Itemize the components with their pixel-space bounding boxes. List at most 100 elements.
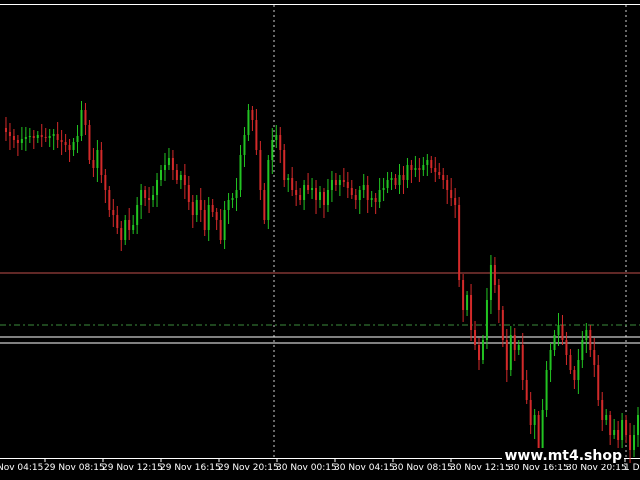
candle-body <box>24 137 27 139</box>
candle-body <box>434 168 437 172</box>
candle-body <box>12 136 15 140</box>
candle-body <box>20 139 23 143</box>
x-tick-label: 1 Dec <box>624 463 640 473</box>
x-tick-label: 30 Nov 20:15 <box>566 463 627 473</box>
candle-body <box>326 190 329 205</box>
candle-body <box>160 170 162 180</box>
candle-body <box>458 205 461 280</box>
candle-body <box>307 185 310 190</box>
candle-body <box>303 185 306 200</box>
candle-body <box>386 180 389 188</box>
candle-body <box>112 210 115 215</box>
candle-body <box>605 415 608 420</box>
candle-body <box>450 190 453 198</box>
candle-body <box>621 420 624 440</box>
candle-body <box>322 192 325 205</box>
candle-body <box>255 120 258 150</box>
candle-body <box>32 136 35 138</box>
candle-body <box>493 265 496 285</box>
candle-body <box>533 415 536 425</box>
candle-body <box>633 435 636 450</box>
candle-body <box>167 158 170 165</box>
candle-body <box>120 228 123 240</box>
watermark-text: www.mt4.shop <box>502 448 624 464</box>
candle-body <box>370 198 373 200</box>
candle-body <box>338 180 341 185</box>
candle-body <box>541 410 544 450</box>
candle-body <box>374 198 377 202</box>
candle-body <box>394 178 397 185</box>
candle-body <box>481 340 484 360</box>
candle-body <box>390 178 393 180</box>
candle-body <box>140 190 143 205</box>
x-tick-label: Nov 04:15 <box>0 463 43 473</box>
candle-body <box>406 165 409 180</box>
candle-body <box>100 150 103 175</box>
candle-body <box>426 160 429 165</box>
candle-body <box>60 140 63 142</box>
candle-body <box>438 172 441 175</box>
candle-body <box>64 142 67 145</box>
candle-body <box>243 135 246 155</box>
candle-body <box>330 180 333 190</box>
x-tick-label: 30 Nov 08:15 <box>392 463 453 473</box>
candle-body <box>418 168 421 170</box>
candle-body <box>629 435 632 450</box>
candle-body <box>501 310 504 340</box>
candle-body <box>382 188 385 190</box>
chart-background <box>0 0 640 480</box>
candle-body <box>183 175 186 185</box>
candle-body <box>470 295 473 330</box>
candle-body <box>128 220 131 230</box>
candle-body <box>223 210 226 240</box>
candle-body <box>8 132 11 136</box>
candle-body <box>68 145 71 150</box>
candle-body <box>48 136 51 138</box>
candle-body <box>537 415 540 450</box>
candle-body <box>299 195 302 200</box>
x-tick-label: 29 Nov 16:15 <box>160 463 221 473</box>
candle-body <box>287 178 290 180</box>
candle-body <box>279 135 282 150</box>
candle-body <box>478 345 480 360</box>
candle-body <box>489 265 492 300</box>
candle-body <box>163 165 166 170</box>
candle-body <box>354 195 357 200</box>
candle-body <box>235 190 238 198</box>
candle-body <box>144 190 147 198</box>
candle-body <box>44 137 47 138</box>
candle-body <box>263 190 266 220</box>
candle-body <box>617 430 620 440</box>
x-tick-label: 30 Nov 00:15 <box>276 463 337 473</box>
candle-body <box>422 165 425 170</box>
candle-body <box>509 335 512 370</box>
candle-body <box>227 200 230 210</box>
price-chart[interactable]: Nov 04:15 29 Nov 08:1529 Nov 12:1529 Nov … <box>0 0 640 480</box>
candle-body <box>577 360 580 380</box>
candle-body <box>414 168 417 170</box>
candle-body <box>275 135 278 140</box>
x-tick-label: 29 Nov 20:15 <box>218 463 279 473</box>
candle-body <box>152 195 155 200</box>
candle-body <box>410 165 413 170</box>
candle-body <box>203 210 206 230</box>
candle-body <box>108 190 111 210</box>
candle-body <box>92 160 95 168</box>
candle-body <box>358 190 361 200</box>
candle-body <box>231 198 234 200</box>
candle-body <box>334 180 337 185</box>
x-tick-label: 30 Nov 16:15 <box>508 463 569 473</box>
candle-body <box>402 175 405 180</box>
candle-body <box>446 180 449 190</box>
candle-body <box>342 180 345 182</box>
candle-body <box>104 175 107 190</box>
candle-body <box>199 200 202 210</box>
candle-body <box>561 325 564 340</box>
x-tick-label: 29 Nov 12:15 <box>102 463 163 473</box>
candle-body <box>529 400 532 425</box>
candle-body <box>466 295 469 310</box>
candle-body <box>497 285 500 310</box>
candle-body <box>593 350 596 365</box>
candle-body <box>462 280 465 310</box>
candle-body <box>271 140 274 160</box>
